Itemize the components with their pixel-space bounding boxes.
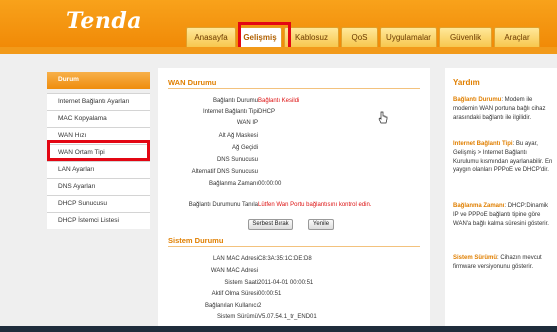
section-divider [168,88,420,89]
sidebar-item-internet-baglanti[interactable]: Internet Bağlantı Ayarları [47,93,150,110]
row-value: V5.07.54.1_tr_END01 [258,314,317,320]
release-button[interactable]: Serbest Bırak [248,219,293,230]
system-row: LAN MAC Adresi C8:3A:35:1C:DE:D8 [158,255,430,264]
row-value: DHCP [258,109,276,115]
wan-row: WAN IP [158,119,430,128]
tenda-logo: Tenda [66,8,142,34]
row-label: Bağlantı Durumu [212,98,258,104]
tab-kablosuz[interactable]: Kablosuz [284,27,339,47]
row-value: Bağlantı Kesildi [258,98,300,104]
sidebar-highlight-box [47,140,150,161]
row-label: Sistem Sürümü [216,314,258,320]
row-label: Internet Bağlantı Tipi [202,109,258,115]
tab-araclar[interactable]: Araçlar [494,27,540,47]
row-label: Aktif Olma Süresi [211,291,258,297]
row-label: Alternatif DNS Sunucusu [191,169,258,175]
row-label: Sistem Saati [224,280,258,286]
sidebar-item-lan-ayarlari[interactable]: LAN Ayarları [47,161,150,178]
wan-status-title: WAN Durumu [168,78,217,87]
help-item: Internet Bağlantı Tipi: Bu ayar, Gelişmi… [453,140,553,175]
wan-row: Alt Ağ Maskesi [158,132,430,141]
row-label: LAN MAC Adresi [212,256,258,262]
tab-anasayfa[interactable]: Anasayfa [186,27,236,47]
row-label: Ağ Geçidi [231,145,258,151]
help-term: Bağlanma Zamanı [453,203,505,209]
sidebar-item-durum[interactable]: Durum [47,72,150,89]
tab-guvenlik[interactable]: Güvenlik [439,27,492,47]
system-row: Bağlanılan Kullanıcı 2 [158,302,430,311]
os-taskbar [0,326,557,332]
tab-uygulamalar[interactable]: Uygulamalar [380,27,437,47]
wan-row: Bağlanma Zamanı 00:00:00 [158,180,430,189]
row-value: 00:00:00 [258,181,282,187]
help-panel: Yardım Bağlantı Durumu: Modem ile modemi… [445,68,557,332]
wan-row: Bağlantı Durumu Bağlantı Kesildi [158,97,430,106]
system-row: Sistem Saati 2011-04-01 00:00:51 [158,279,430,288]
sidebar-item-dhcp-istemci[interactable]: DHCP İstemci Listesi [47,212,150,229]
tab-qos[interactable]: QoS [341,27,378,47]
row-value: 2011-04-01 00:00:51 [258,280,314,286]
row-value: 2 [258,303,262,309]
row-label: Alt Ağ Maskesi [218,133,258,139]
system-status-title: Sistem Durumu [168,236,224,245]
help-item: Sistem Sürümü: Cihazın mevcut firmware v… [453,254,553,272]
sidebar-item-dns-ayarlari[interactable]: DNS Ayarları [47,178,150,195]
wan-row: Ağ Geçidi [158,144,430,153]
row-label: Bağlanma Zamanı [208,181,258,187]
sidebar-item-dhcp-sunucusu[interactable]: DHCP Sunucusu [47,195,150,212]
help-term: Internet Bağlantı Tipi [453,141,513,147]
help-item: Bağlanma Zamanı: DHCP:Dinamik IP ve PPPo… [453,202,553,228]
system-row: Sistem Sürümü V5.07.54.1_tr_END01 [158,313,430,322]
row-label: WAN MAC Adresi [210,268,258,274]
renew-button[interactable]: Yenile [308,219,334,230]
row-label: Bağlanılan Kullanıcı [204,303,258,309]
wan-row: Alternatif DNS Sunucusu [158,168,430,177]
tab-highlight-box [238,22,291,50]
hand-cursor-icon [378,111,388,124]
row-value: C8:3A:35:1C:DE:D8 [258,256,312,262]
main-panel: WAN Durumu Bağlantı Durumu Bağlantı Kesi… [158,68,430,332]
help-title: Yardım [453,78,480,87]
wan-row: DNS Sunucusu [158,156,430,165]
help-item: Bağlantı Durumu: Modem ile modemin WAN p… [453,96,553,122]
header-divider [0,47,557,54]
section-divider [168,246,420,247]
wan-diagnose-row: Bağlantı Durumunu Tanıla Lütfen Wan Port… [158,201,430,210]
help-term: Sistem Sürümü [453,255,498,261]
system-row: WAN MAC Adresi [158,267,430,276]
system-row: Aktif Olma Süresi 00:00:51 [158,290,430,299]
row-label: WAN IP [236,120,258,126]
help-term: Bağlantı Durumu [453,97,502,103]
row-value: 00:00:51 [258,291,282,297]
row-label: Bağlantı Durumunu Tanıla [188,202,258,208]
row-value: Lütfen Wan Portu bağlantısını kontrol ed… [258,202,372,208]
sidebar-item-mac-kopyalama[interactable]: MAC Kopyalama [47,110,150,127]
row-label: DNS Sunucusu [216,157,258,163]
wan-row: Internet Bağlantı Tipi DHCP [158,108,430,117]
